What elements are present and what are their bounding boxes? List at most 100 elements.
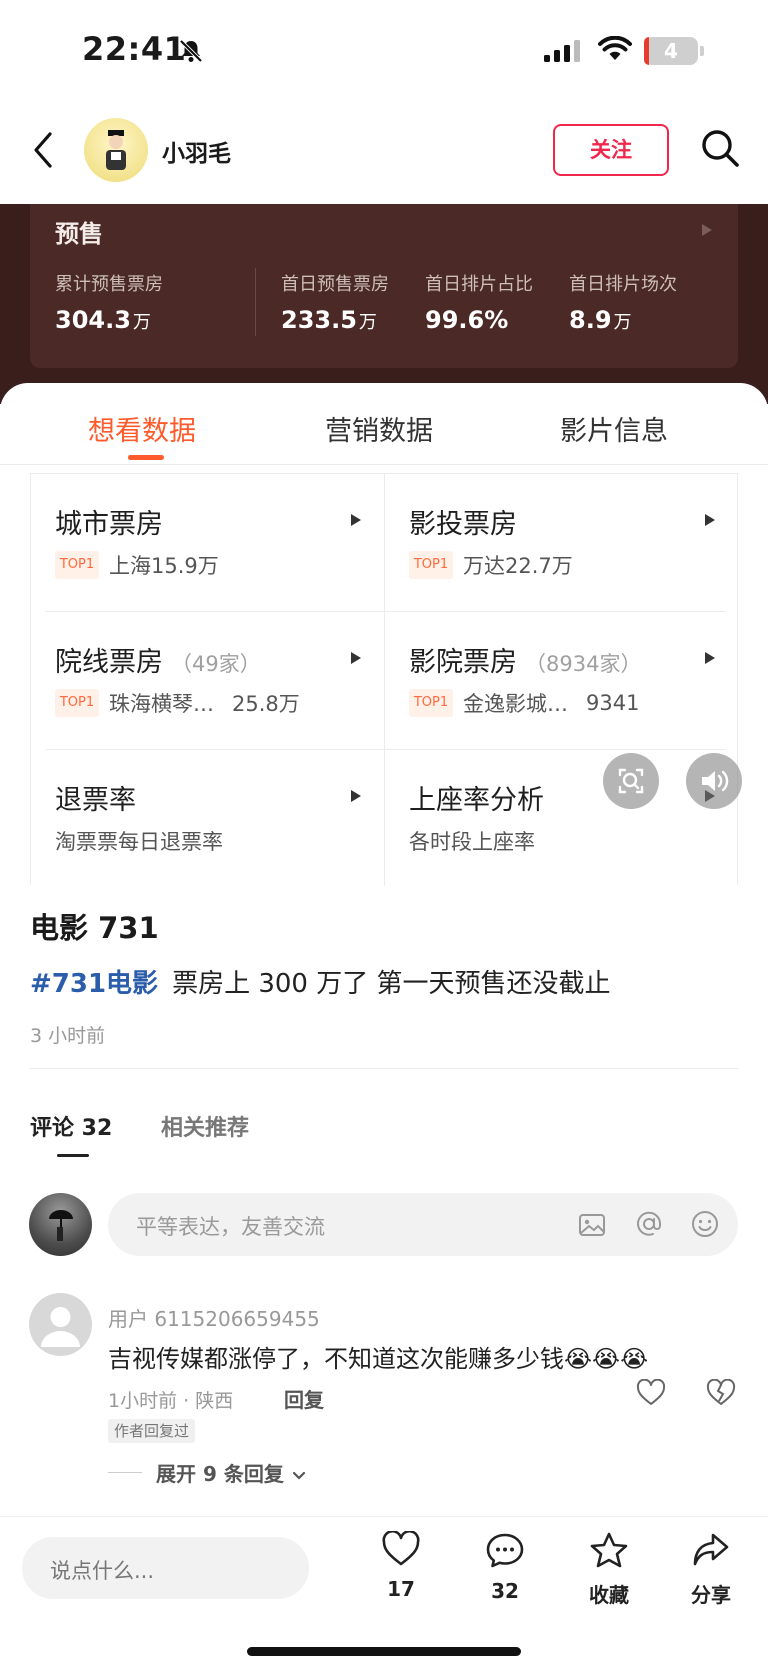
cell-chain-box-office[interactable]: 院线票房 （49家） TOP1 珠海横琴… 25.8万 xyxy=(31,612,385,750)
cell-top-item: 金逸影城… xyxy=(463,692,568,716)
follow-button[interactable]: 关注 xyxy=(553,124,669,176)
stat-label: 首日排片占比 xyxy=(425,274,533,295)
tab-want-to-see[interactable]: 想看数据 xyxy=(88,409,196,448)
cell-investor-box-office[interactable]: 影投票房 TOP1 万达22.7万 xyxy=(385,474,739,612)
expand-line xyxy=(108,1472,142,1473)
like-count: 17 xyxy=(387,1577,415,1601)
reply-button[interactable]: 回复 xyxy=(284,1384,324,1413)
share-label: 分享 xyxy=(691,1583,731,1607)
cell-cinema-box-office[interactable]: 影院票房 （8934家） TOP1 金逸影城… 9341 xyxy=(385,612,739,750)
stat-unit: 万 xyxy=(132,312,151,333)
scan-search-icon xyxy=(618,768,644,794)
top1-badge: TOP1 xyxy=(409,551,453,579)
heart-icon xyxy=(382,1529,420,1566)
author-name[interactable]: 小羽毛 xyxy=(162,134,231,168)
like-button[interactable]: 17 xyxy=(366,1529,436,1601)
post-text: 票房上 300 万了 第一天预售还没截止 xyxy=(172,969,611,999)
data-tabs: 想看数据 营销数据 影片信息 xyxy=(0,383,768,465)
avatar-umbrella-image xyxy=(49,1210,73,1241)
commenter-avatar[interactable] xyxy=(29,1293,92,1356)
image-icon[interactable] xyxy=(578,1211,606,1239)
bottom-action-bar: 说点什么... 17 32 收藏 分享 xyxy=(0,1516,768,1665)
tab-film-info[interactable]: 影片信息 xyxy=(560,409,668,448)
comment-meta: 1小时前 · 陕西 xyxy=(108,1390,234,1412)
cell-subtitle: 各时段上座率 xyxy=(409,830,535,854)
presale-section: 预售 累计预售票房 304.3 万 首日预售票房 233.5 万 首日排片占比 99… xyxy=(0,204,768,404)
arrow-right-icon xyxy=(351,652,361,664)
status-time: 22:41 xyxy=(82,30,187,68)
heart-icon[interactable] xyxy=(636,1379,666,1407)
comment-button[interactable]: 32 xyxy=(470,1531,540,1603)
home-indicator xyxy=(247,1647,521,1656)
presale-card[interactable]: 预售 累计预售票房 304.3 万 首日预售票房 233.5 万 首日排片占比 99… xyxy=(30,204,738,368)
arrow-right-icon xyxy=(351,514,361,526)
screenshot-search-button[interactable] xyxy=(603,753,659,809)
top1-badge: TOP1 xyxy=(55,689,99,717)
back-icon[interactable] xyxy=(32,130,54,170)
cell-count: （49家） xyxy=(171,652,261,676)
cell-top-value: 9341 xyxy=(586,691,640,715)
bell-muted-icon xyxy=(179,39,203,63)
status-bar: 22:41 4 xyxy=(0,0,768,104)
box-office-grid: 城市票房 TOP1 上海15.9万 影投票房 TOP1 万达22.7万 院线票房 （4… xyxy=(30,473,739,888)
sound-button[interactable] xyxy=(686,753,742,809)
say-something-placeholder: 说点什么... xyxy=(50,1559,155,1583)
tab-marketing[interactable]: 营销数据 xyxy=(325,409,433,448)
cell-top-item: 万达22.7万 xyxy=(463,554,573,578)
tab-related[interactable]: 相关推荐 xyxy=(161,1110,249,1142)
tab-indicator xyxy=(128,455,164,460)
top1-badge: TOP1 xyxy=(55,551,99,579)
cell-top-item: 上海15.9万 xyxy=(109,554,219,578)
stat-unit: 万 xyxy=(358,312,377,333)
share-button[interactable]: 分享 xyxy=(676,1531,746,1608)
top1-badge: TOP1 xyxy=(409,689,453,717)
search-icon[interactable] xyxy=(700,128,740,168)
cellular-signal-icon xyxy=(544,40,580,62)
emoji-icon[interactable] xyxy=(690,1209,720,1239)
my-avatar[interactable] xyxy=(29,1193,92,1256)
say-something-input[interactable]: 说点什么... xyxy=(22,1537,309,1599)
comment-text: 吉视传媒都涨停了，不知道这次能赚多少钱😭😭😭 xyxy=(108,1345,649,1373)
header: 小羽毛 关注 xyxy=(0,104,768,204)
arrow-right-icon xyxy=(351,790,361,802)
comment-input[interactable]: 平等表达，友善交流 xyxy=(108,1193,738,1256)
collect-button[interactable]: 收藏 xyxy=(574,1531,644,1608)
cell-count: （8934家） xyxy=(525,652,642,676)
cell-refund-rate[interactable]: 退票率 淘票票每日退票率 xyxy=(31,750,385,888)
battery-level: 4 xyxy=(664,39,678,63)
cell-subtitle: 淘票票每日退票率 xyxy=(55,830,223,854)
expand-replies-button[interactable]: 展开 9 条回复 xyxy=(156,1458,307,1487)
stat-value: 233.5 xyxy=(281,306,357,334)
section-divider xyxy=(30,1068,738,1069)
wifi-icon xyxy=(598,36,632,60)
at-mention-icon[interactable] xyxy=(634,1209,664,1239)
tab-comments[interactable]: 评论 32 xyxy=(30,1110,112,1142)
comment-count: 32 xyxy=(491,1579,519,1603)
presale-arrow-icon xyxy=(702,224,712,236)
avatar-figure-image xyxy=(106,130,126,170)
star-icon xyxy=(590,1532,628,1568)
commenter-name[interactable]: 用户 6115206659455 xyxy=(108,1303,320,1332)
broken-heart-icon[interactable] xyxy=(706,1379,736,1407)
content-sheet: 想看数据 营销数据 影片信息 城市票房 TOP1 上海15.9万 影投票房 TOP… xyxy=(0,383,768,1665)
cell-title: 影投票房 xyxy=(409,509,517,540)
comment-bubble-icon xyxy=(486,1533,524,1568)
post-hashtag[interactable]: #731电影 xyxy=(30,969,158,999)
expand-replies-label: 展开 9 条回复 xyxy=(156,1462,284,1486)
stat-label: 首日预售票房 xyxy=(281,274,389,295)
presale-stat-total: 累计预售票房 304.3 万 xyxy=(55,270,163,334)
arrow-right-icon xyxy=(705,652,715,664)
cell-title: 院线票房 xyxy=(55,647,163,678)
speaker-icon xyxy=(702,770,729,792)
cell-city-box-office[interactable]: 城市票房 TOP1 上海15.9万 xyxy=(31,474,385,612)
share-icon xyxy=(693,1533,729,1566)
cell-top-value: 25.8万 xyxy=(232,692,300,716)
cell-title: 退票率 xyxy=(55,785,136,816)
default-user-icon xyxy=(41,1307,80,1347)
stat-value: 8.9 xyxy=(569,306,612,334)
stat-label: 累计预售票房 xyxy=(55,274,163,295)
stat-value: 304.3 xyxy=(55,306,131,334)
stat-divider xyxy=(255,268,256,336)
author-avatar[interactable] xyxy=(84,118,148,182)
comment-tab-indicator xyxy=(57,1154,89,1157)
